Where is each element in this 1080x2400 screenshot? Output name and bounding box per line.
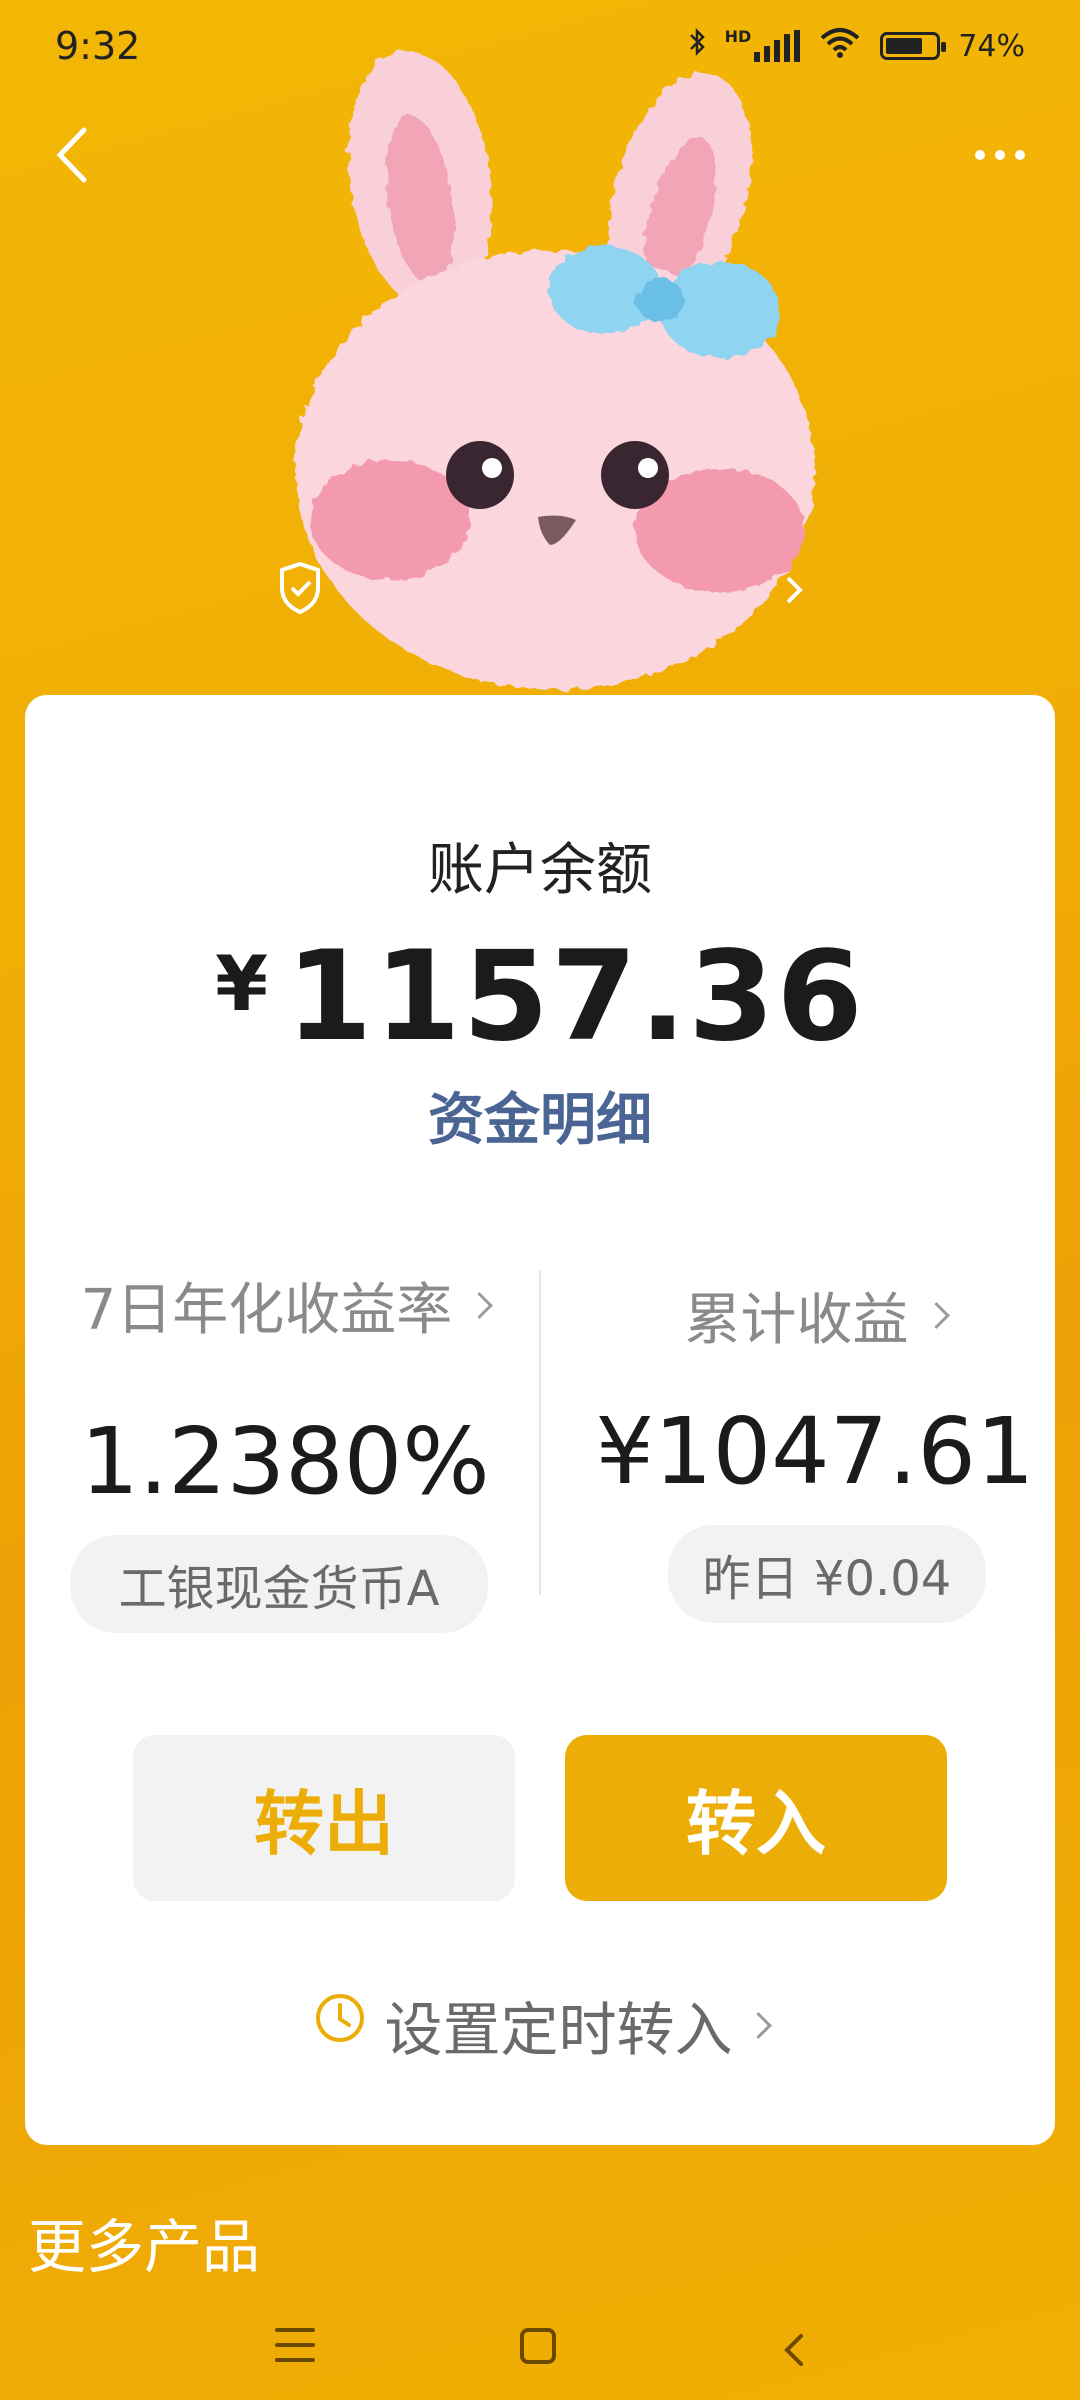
chevron-right-icon: [466, 1292, 494, 1319]
chevron-right-icon: [744, 2011, 772, 2039]
balance-value: 1157.36: [286, 925, 865, 1069]
battery-percent: 74%: [958, 28, 1025, 64]
fund-name-badge[interactable]: 工银现金货币A: [70, 1535, 488, 1633]
balance-card: 账户余额 ¥1157.36 资金明细 7日年化收益率 1.2380% 工银现金货…: [25, 695, 1055, 2145]
more-dot: [1015, 150, 1025, 160]
recent-apps-button[interactable]: [275, 2328, 315, 2368]
shield-icon: [280, 561, 320, 615]
chevron-right-icon: [922, 1302, 950, 1329]
more-products-heading: 更多产品: [28, 2213, 261, 2281]
earnings-label: 累计收益: [684, 1288, 909, 1353]
earnings-header[interactable]: 累计收益: [575, 1275, 1055, 1356]
home-button[interactable]: [520, 2328, 556, 2364]
currency-symbol: ¥: [215, 939, 269, 1028]
scheduled-transfer-link[interactable]: 设置定时转入: [25, 1983, 1055, 2067]
chevron-left-icon: [56, 127, 87, 183]
yield-column[interactable]: 7日年化收益率 1.2380% 工银现金货币A: [25, 1265, 545, 1633]
earnings-value: ¥1047.61: [595, 1398, 1035, 1505]
yield-header[interactable]: 7日年化收益率: [25, 1265, 545, 1346]
system-nav-bar: [0, 2300, 1080, 2400]
account-security-row[interactable]: [270, 560, 810, 620]
system-back-button[interactable]: [775, 2330, 815, 2370]
column-divider: [539, 1270, 541, 1595]
status-time: 9:32: [55, 24, 141, 68]
yield-value: 1.2380%: [80, 1408, 490, 1515]
battery-icon: [880, 32, 947, 60]
battery-level: [886, 38, 923, 54]
transfer-out-button[interactable]: 转出: [133, 1735, 515, 1901]
more-dot: [995, 150, 1005, 160]
fund-details-link[interactable]: 资金明细: [25, 1075, 1055, 1156]
balance-title: 账户余额: [428, 838, 652, 903]
scheduled-transfer-label: 设置定时转入: [384, 1996, 733, 2064]
more-options-button[interactable]: [960, 130, 1040, 180]
balance-amount: ¥1157.36: [25, 925, 1055, 1069]
clock-icon: [312, 1990, 368, 2060]
more-dot: [975, 150, 985, 160]
transfer-in-button[interactable]: 转入: [565, 1735, 947, 1901]
yesterday-earnings-badge: 昨日 ¥0.04: [668, 1525, 986, 1623]
earnings-column[interactable]: 累计收益 ¥1047.61 昨日 ¥0.04: [575, 1275, 1055, 1623]
back-button[interactable]: [40, 120, 110, 190]
yield-label: 7日年化收益率: [80, 1278, 453, 1343]
